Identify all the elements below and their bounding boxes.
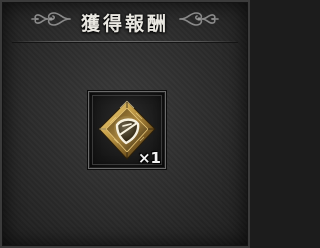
item-quantity: ×1 (137, 149, 161, 167)
right-flourish-icon (179, 12, 219, 26)
reward-panel: 獲得報酬 ×1 (0, 0, 250, 248)
reward-item-slot[interactable]: ×1 (88, 91, 166, 169)
header-divider (12, 41, 238, 42)
panel-header: 獲得報酬 (2, 6, 248, 38)
